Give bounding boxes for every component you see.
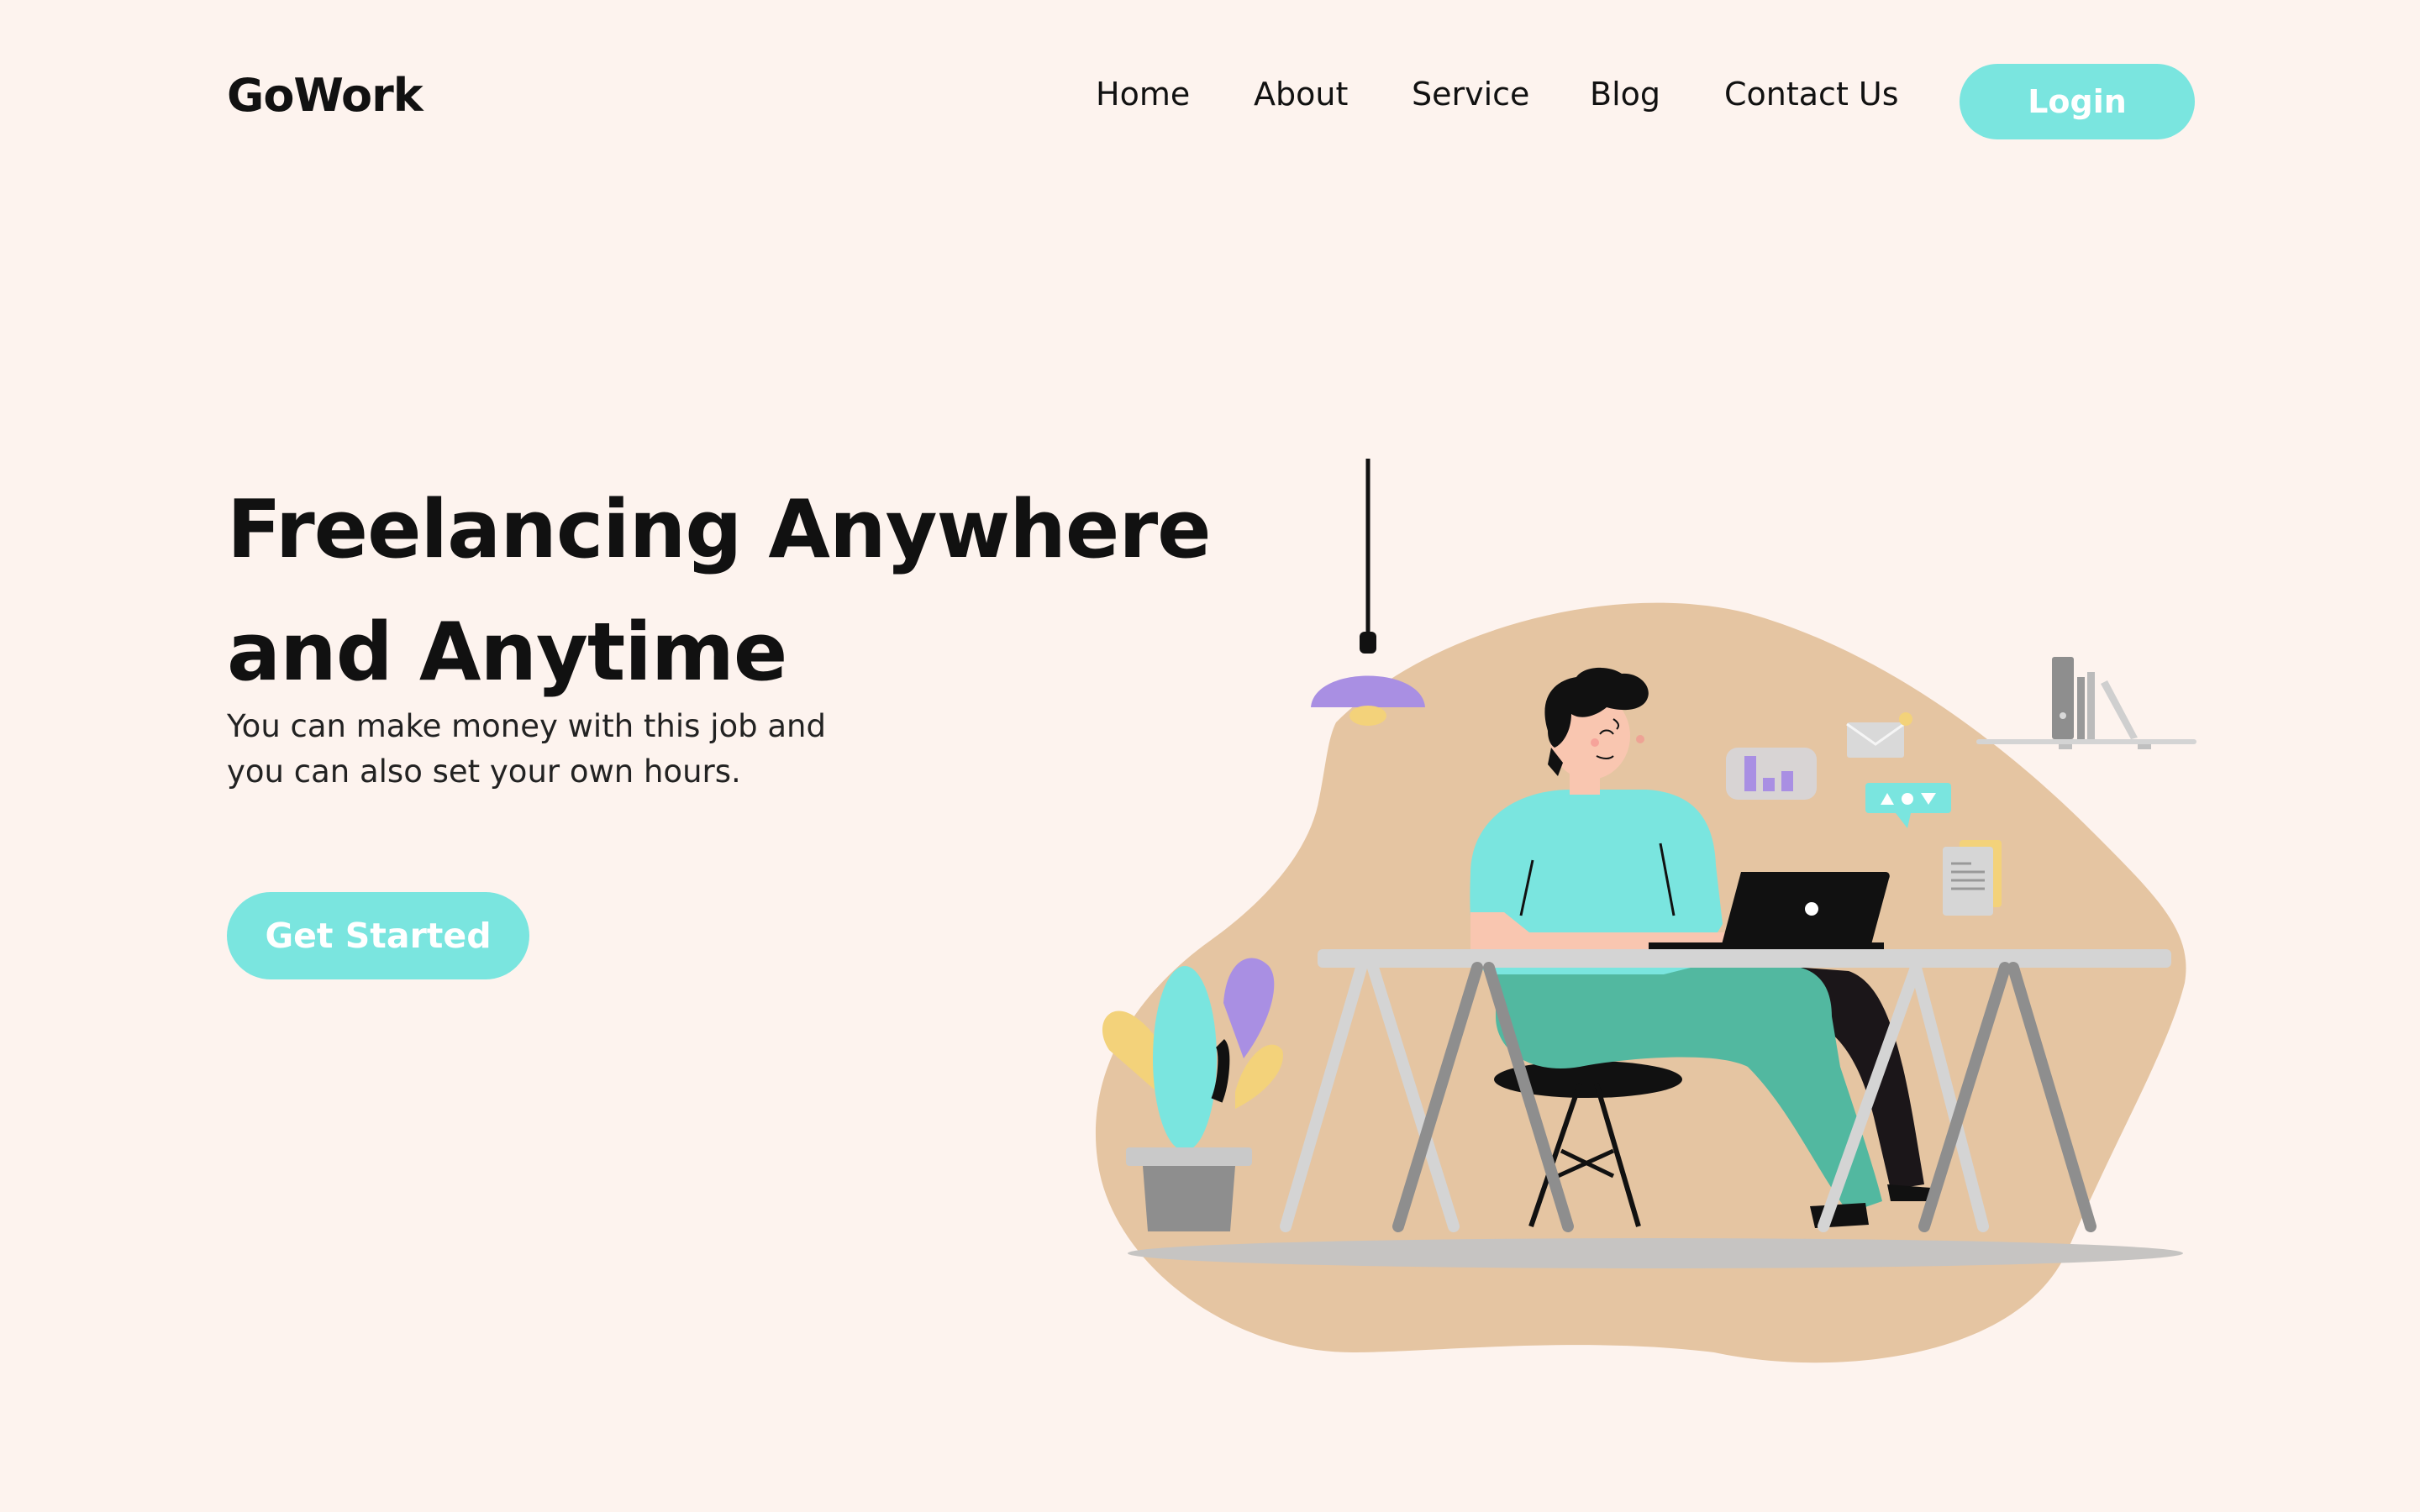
floor-shadow <box>1128 1238 2183 1268</box>
login-button[interactable]: Login <box>1960 64 2195 139</box>
document-icon <box>1943 840 2002 916</box>
nav-service[interactable]: Service <box>1412 76 1529 113</box>
landing-page: GoWork Home About Service Blog Contact U… <box>0 0 2420 1512</box>
get-started-button[interactable]: Get Started <box>227 892 529 979</box>
hero-subtitle-line2: you can also set your own hours. <box>227 753 741 790</box>
hero-subtitle: You can make money with this job and you… <box>227 704 882 795</box>
bookshelf-icon <box>1976 657 2196 749</box>
nav-about[interactable]: About <box>1254 76 1348 113</box>
hero-illustration <box>1095 459 2196 1363</box>
lamp-icon <box>1311 459 1425 726</box>
nav-contact-us[interactable]: Contact Us <box>1724 76 1899 113</box>
nav-blog[interactable]: Blog <box>1590 76 1660 113</box>
hero-subtitle-line1: You can make money with this job and <box>227 708 826 744</box>
logo[interactable]: GoWork <box>227 69 424 122</box>
nav-home[interactable]: Home <box>1096 76 1190 113</box>
bar-chart-icon <box>1726 748 1817 800</box>
